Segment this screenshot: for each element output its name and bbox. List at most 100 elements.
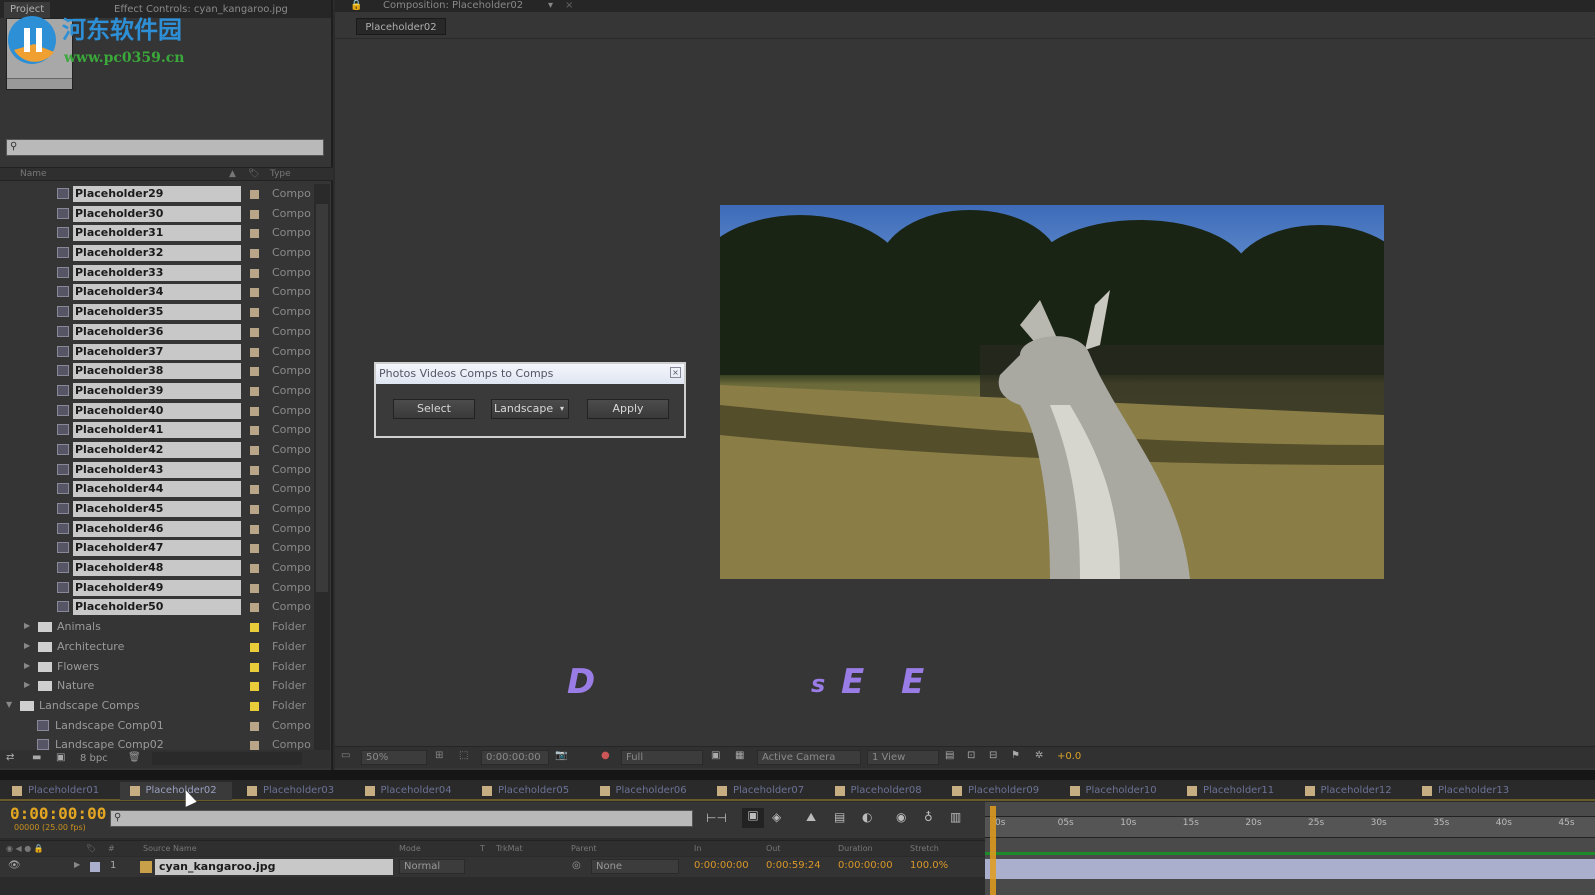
interpret-footage-icon[interactable]: ⇄ <box>6 752 14 763</box>
layer-label-color[interactable] <box>90 862 100 872</box>
mask-visibility-icon[interactable]: ⬚ <box>459 750 468 761</box>
channel-icon[interactable]: ● <box>601 750 610 761</box>
label-color[interactable] <box>250 190 259 199</box>
label-color[interactable] <box>250 426 259 436</box>
label-color[interactable] <box>250 386 259 396</box>
column-trkmat[interactable]: TrkMat <box>496 844 523 853</box>
timeline-icon[interactable]: ⊟ <box>989 750 997 761</box>
project-item[interactable]: Placeholder48 Compo <box>0 558 314 578</box>
bit-depth-button[interactable]: 8 bpc <box>80 753 108 764</box>
current-time-field[interactable]: 0:00:00:00 <box>481 750 549 765</box>
always-preview-icon[interactable]: ▭ <box>341 750 350 761</box>
layer-duration-bar[interactable] <box>985 859 1595 879</box>
label-color[interactable] <box>250 642 259 652</box>
label-color[interactable] <box>250 327 259 337</box>
timeline-tab[interactable]: Placeholder04 <box>355 782 467 800</box>
column-source-name[interactable]: Source Name <box>143 844 197 853</box>
column-mode[interactable]: Mode <box>399 844 421 853</box>
select-button[interactable]: Select <box>393 399 475 419</box>
timeline-tab[interactable]: Placeholder03 <box>237 782 349 800</box>
project-item[interactable]: Placeholder47 Compo <box>0 538 314 558</box>
visibility-eye-icon[interactable]: 👁 <box>8 860 21 871</box>
live-update-icon[interactable]: ▣ <box>742 808 764 828</box>
timeline-tab[interactable]: Placeholder08 <box>825 782 937 800</box>
layer-name[interactable]: cyan_kangaroo.jpg <box>155 859 393 875</box>
expand-triangle-icon[interactable]: ▶ <box>74 860 80 869</box>
project-item[interactable]: Placeholder42 Compo <box>0 440 314 460</box>
project-item[interactable]: Placeholder39 Compo <box>0 381 314 401</box>
label-color[interactable] <box>250 367 259 377</box>
collapsed-triangle-icon[interactable]: ▶ <box>24 680 30 689</box>
snapshot-icon[interactable]: 📷 <box>555 750 567 761</box>
camera-dropdown[interactable]: Active Camera <box>757 750 861 765</box>
project-scrollbar[interactable] <box>314 184 330 750</box>
label-color[interactable] <box>250 662 259 672</box>
expanded-triangle-icon[interactable]: ▼ <box>6 700 12 709</box>
project-item[interactable]: Placeholder33 Compo <box>0 263 314 283</box>
comp-breadcrumb[interactable]: Placeholder02 <box>356 18 446 35</box>
label-color[interactable] <box>250 603 259 613</box>
label-color[interactable] <box>250 485 259 495</box>
brainstorm-icon[interactable]: ◉ <box>896 810 906 824</box>
parent-dropdown[interactable]: None <box>591 859 679 874</box>
project-item[interactable]: Placeholder35 Compo <box>0 302 314 322</box>
column-parent[interactable]: Parent <box>571 844 597 853</box>
label-color[interactable] <box>250 564 259 574</box>
auto-keyframe-icon[interactable]: ♁ <box>924 810 933 824</box>
frame-blending-icon[interactable]: ▤ <box>834 810 845 824</box>
label-color[interactable] <box>250 209 259 219</box>
label-color[interactable] <box>250 682 259 692</box>
timeline-current-time[interactable]: 0:00:00:00 <box>10 804 106 823</box>
comp-mini-flowchart-icon[interactable]: ⊢⊣ <box>706 811 727 825</box>
project-item[interactable]: Landscape Comp01 Compo <box>0 716 314 736</box>
column-stretch[interactable]: Stretch <box>910 844 939 853</box>
resolution-dropdown[interactable]: Full <box>621 750 703 765</box>
tab-composition[interactable]: Composition: Placeholder02 <box>383 0 523 11</box>
collapsed-triangle-icon[interactable]: ▶ <box>24 661 30 670</box>
project-item[interactable]: Placeholder44 Compo <box>0 479 314 499</box>
column-in[interactable]: In <box>694 844 701 853</box>
timeline-search-input[interactable]: ⚲ <box>110 810 693 827</box>
label-color[interactable] <box>250 741 259 751</box>
collapsed-triangle-icon[interactable]: ▶ <box>24 641 30 650</box>
label-color[interactable] <box>250 505 259 514</box>
label-color[interactable] <box>250 701 259 711</box>
landscape-dropdown[interactable]: Landscape ▾ <box>491 399 569 419</box>
exposure-reset-icon[interactable]: ✲ <box>1035 750 1043 761</box>
column-out[interactable]: Out <box>766 844 781 853</box>
project-item[interactable]: ▶ Architecture Folder <box>0 637 314 657</box>
project-item[interactable]: Placeholder41 Compo <box>0 420 314 440</box>
project-item[interactable]: Placeholder45 Compo <box>0 499 314 519</box>
timeline-tab[interactable]: Placeholder09 <box>942 782 1054 800</box>
draft-3d-icon[interactable]: ◈ <box>772 810 781 824</box>
project-item[interactable]: Placeholder34 Compo <box>0 282 314 302</box>
collapsed-triangle-icon[interactable]: ▶ <box>24 621 30 630</box>
label-color[interactable] <box>250 721 259 731</box>
label-color[interactable] <box>250 465 259 475</box>
column-t[interactable]: T <box>480 844 485 853</box>
label-color[interactable] <box>250 544 259 554</box>
project-item[interactable]: Placeholder29 Compo <box>0 184 314 204</box>
timeline-tab[interactable]: Placeholder05 <box>472 782 584 800</box>
label-color[interactable] <box>250 524 259 534</box>
label-color[interactable] <box>250 268 259 278</box>
project-item[interactable]: ▼ Landscape Comps Folder <box>0 696 314 716</box>
timeline-tab[interactable]: Placeholder11 <box>1177 782 1289 800</box>
view-layout-dropdown[interactable]: 1 View <box>867 750 939 765</box>
project-item[interactable]: Placeholder43 Compo <box>0 460 314 480</box>
motion-blur-icon[interactable]: ◐ <box>862 810 872 824</box>
label-color[interactable] <box>250 347 259 357</box>
duration-value[interactable]: 0:00:00:00 <box>838 860 893 871</box>
region-of-interest-icon[interactable]: ▣ <box>711 750 720 761</box>
apply-button[interactable]: Apply <box>587 399 669 419</box>
layer-row[interactable]: 👁 ▶ 1 cyan_kangaroo.jpg Normal ◎ None 0:… <box>0 857 985 877</box>
project-item[interactable]: Placeholder31 Compo <box>0 223 314 243</box>
timeline-tab[interactable]: Placeholder10 <box>1060 782 1172 800</box>
column-name[interactable]: Name <box>20 169 47 179</box>
project-item[interactable]: Placeholder40 Compo <box>0 401 314 421</box>
label-color[interactable] <box>250 249 259 259</box>
close-icon[interactable]: × <box>670 367 681 378</box>
safe-zones-icon[interactable]: ⊞ <box>435 750 443 761</box>
timeline-tab[interactable]: Placeholder02 <box>119 782 232 800</box>
project-item[interactable]: Placeholder36 Compo <box>0 322 314 342</box>
